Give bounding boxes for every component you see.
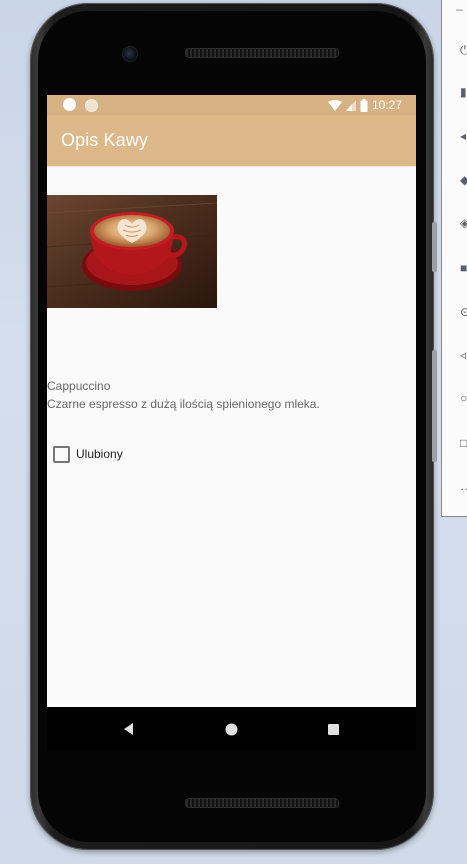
cappuccino-photo-icon [47, 195, 217, 308]
home-icon[interactable]: ○ [460, 392, 467, 404]
back-icon[interactable]: ◃ [460, 349, 467, 361]
favorite-label[interactable]: Ulubiony [76, 447, 123, 461]
emulator-toolbar: – ⏻ ▮ ◂ ◆ ◈ ■ ⊙ ◃ ○ □ … [441, 0, 467, 517]
screenshot-icon[interactable]: ■ [460, 262, 467, 274]
zoom-icon[interactable]: ⊙ [460, 306, 467, 318]
battery-icon [360, 98, 368, 112]
volume-up-icon[interactable]: ▮ [460, 86, 467, 98]
volume-side-button[interactable] [432, 350, 437, 462]
minimize-icon[interactable]: – [456, 2, 463, 16]
favorite-checkbox[interactable] [53, 445, 70, 463]
bottom-speaker [185, 798, 339, 808]
rotate-left-icon[interactable]: ◆ [460, 174, 467, 186]
signal-icon [345, 99, 356, 111]
wifi-icon [327, 99, 342, 111]
coffee-image [47, 195, 217, 308]
home-circle-icon[interactable] [223, 721, 239, 737]
rotate-right-icon[interactable]: ◈ [460, 217, 467, 229]
power-icon[interactable]: ⏻ [460, 44, 467, 56]
coffee-name: Cappuccino [47, 379, 111, 393]
navigation-bar [47, 707, 416, 751]
earpiece-speaker [185, 48, 339, 58]
back-triangle-icon[interactable] [121, 721, 137, 737]
status-time: 10:27 [371, 98, 402, 112]
sync-dot-icon [85, 99, 98, 112]
volume-down-icon[interactable]: ◂ [460, 130, 467, 142]
front-camera-icon [122, 46, 138, 62]
device-screen: 10:27 Opis Kawy Cappuccino Czarne espres… [47, 95, 416, 707]
app-title: Opis Kawy [61, 130, 148, 150]
status-bar: 10:27 [47, 95, 416, 115]
more-icon[interactable]: … [460, 480, 467, 492]
recents-square-icon[interactable] [325, 721, 341, 737]
notification-dot-icon [63, 98, 76, 111]
power-side-button[interactable] [432, 222, 437, 272]
app-toolbar: Opis Kawy [47, 115, 416, 166]
coffee-description: Czarne espresso z dużą ilością spienione… [47, 397, 320, 411]
favorite-checkbox-row[interactable]: Ulubiony [53, 445, 123, 463]
overview-icon[interactable]: □ [460, 437, 467, 449]
